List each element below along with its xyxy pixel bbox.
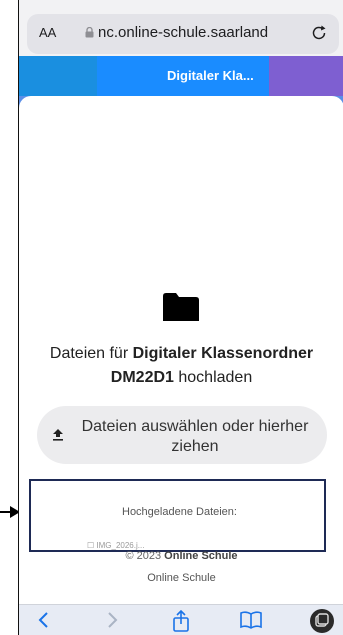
bookmarks-icon[interactable] — [240, 610, 262, 630]
uploaded-file-item[interactable]: ☐ IMG_2026.j... — [87, 541, 144, 550]
url-display[interactable]: nc.online-schule.saarland — [85, 24, 268, 41]
browser-frame: AA nc.online-schule.saarland Digitaler K… — [18, 0, 343, 635]
page-title: Digitaler Kla... — [167, 68, 254, 83]
choose-files-label: Dateien auswählen oder hierher ziehen — [81, 418, 309, 455]
footer-brand: Online Schule — [164, 550, 238, 562]
choose-files-button[interactable]: Dateien auswählen oder hierher ziehen — [37, 406, 327, 464]
text-size-button[interactable]: AA — [39, 25, 56, 40]
upload-title-suffix: hochladen — [173, 369, 253, 386]
uploaded-files-panel: Hochgeladene Dateien: ☐ IMG_2026.j... — [29, 479, 326, 552]
safari-toolbar — [19, 604, 343, 635]
uploaded-files-title: Hochgeladene Dateien: — [122, 506, 237, 518]
folder-icon — [163, 293, 199, 321]
tabs-icon[interactable] — [309, 608, 335, 634]
back-icon[interactable] — [37, 610, 51, 630]
pointer-arrow-icon — [0, 506, 20, 518]
footer-site-name: Online Schule — [147, 572, 216, 584]
address-bar[interactable]: AA nc.online-schule.saarland — [27, 14, 339, 54]
site-header: Digitaler Kla... — [19, 56, 343, 96]
footer-copyright-text: © 2023 — [125, 550, 165, 562]
upload-title-prefix: Dateien für — [49, 345, 133, 362]
footer-copyright: © 2023 Online Schule — [19, 550, 343, 562]
upload-title: Dateien für Digitaler Klassenordner DM22… — [19, 342, 343, 390]
upload-icon — [53, 429, 63, 441]
reload-icon[interactable] — [309, 23, 329, 43]
header-band-right — [269, 56, 343, 96]
header-band-left — [19, 56, 97, 96]
url-text: nc.online-schule.saarland — [98, 24, 269, 41]
lock-icon — [85, 27, 94, 38]
share-icon[interactable] — [172, 610, 190, 632]
forward-icon[interactable] — [105, 610, 119, 630]
upload-card: Dateien für Digitaler Klassenordner DM22… — [19, 96, 343, 616]
